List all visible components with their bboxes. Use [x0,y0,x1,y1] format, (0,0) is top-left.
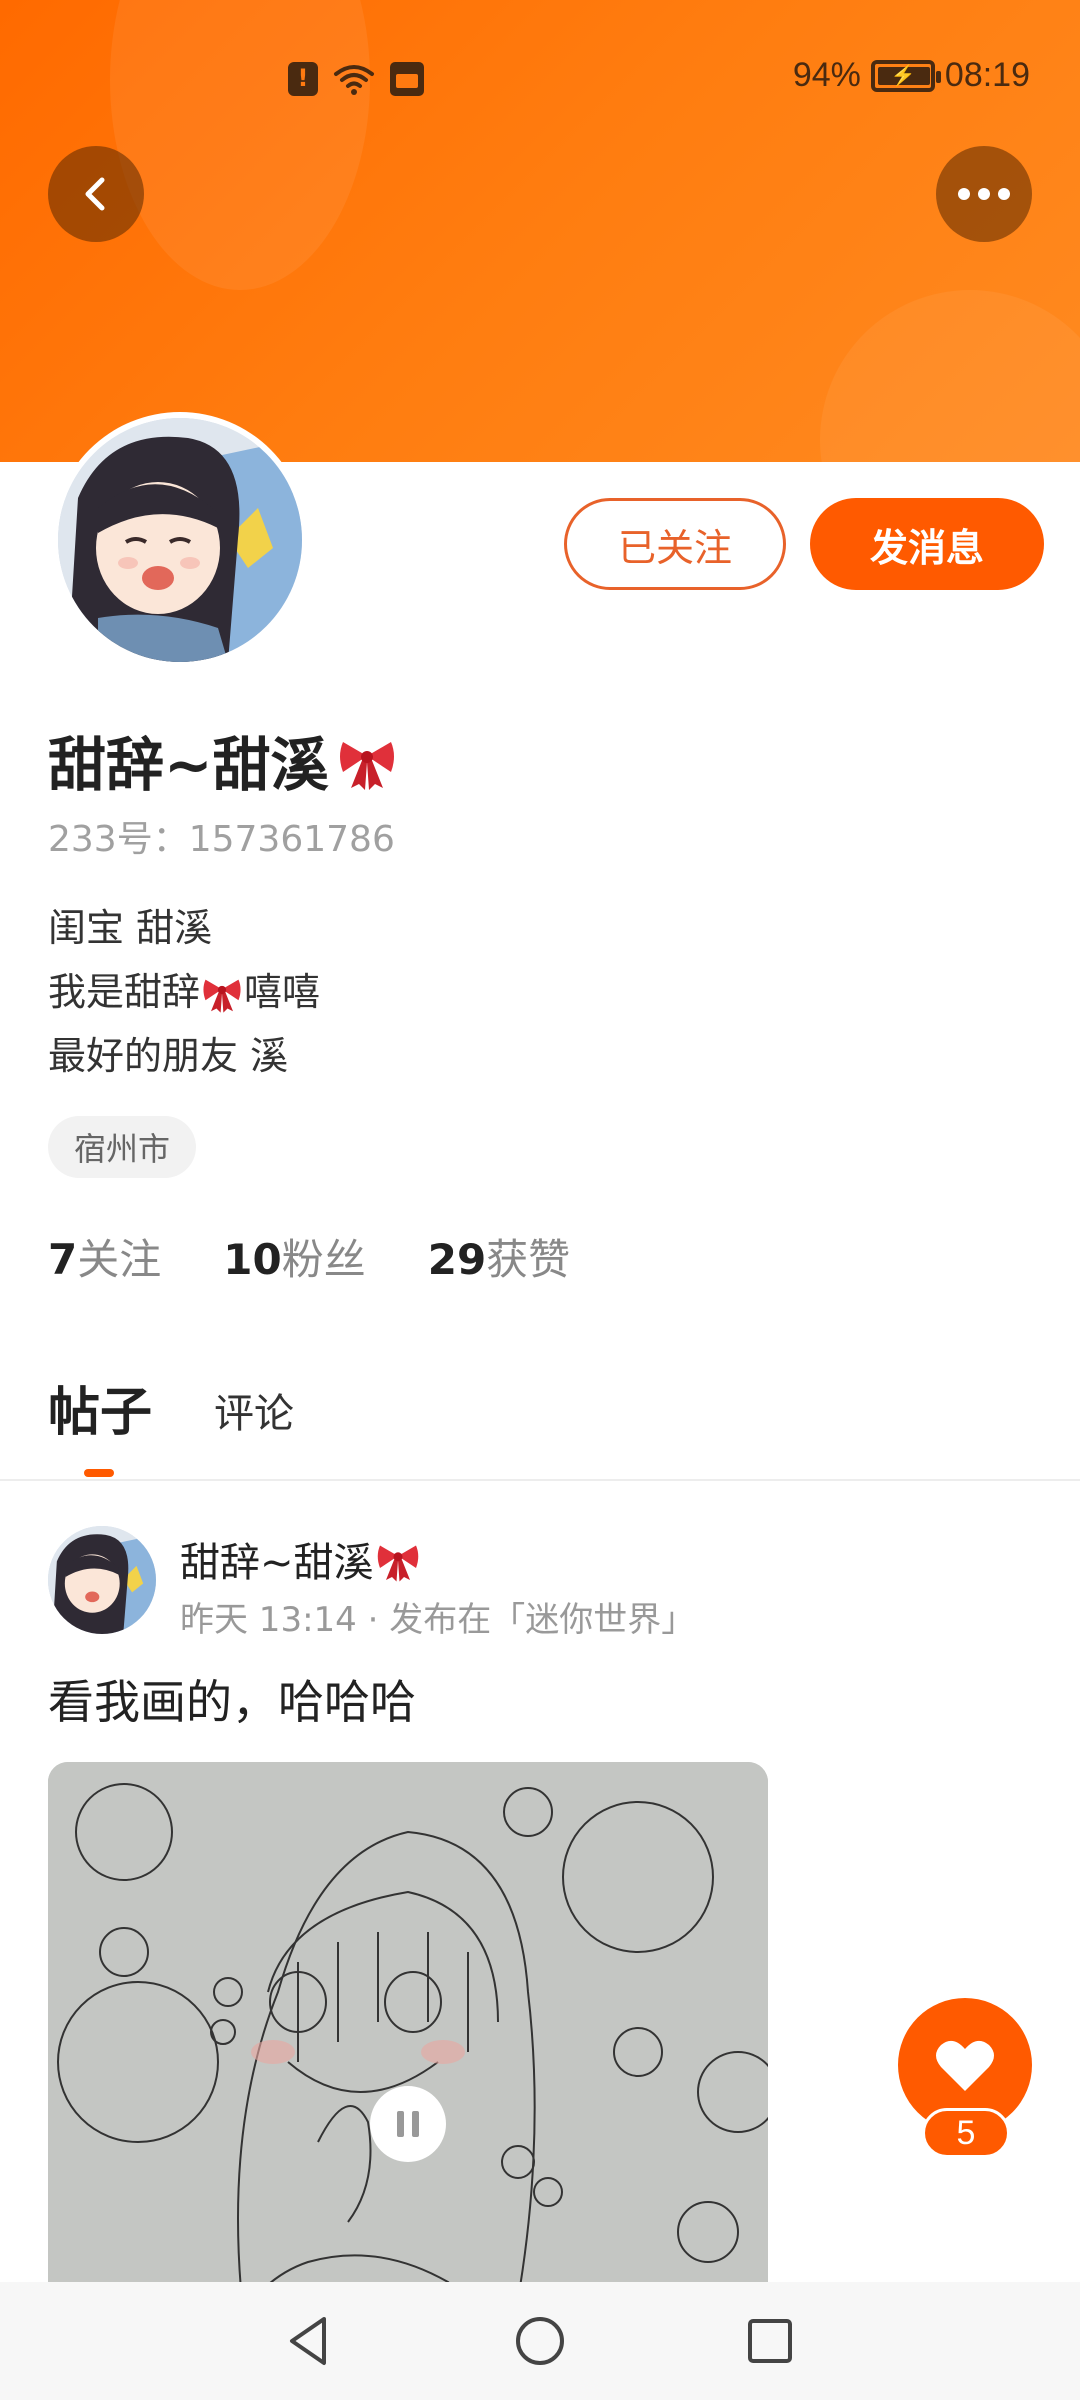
alert-icon [288,62,318,96]
ribbon-bow-icon [339,742,394,790]
message-button[interactable]: 发消息 [810,498,1044,590]
chevron-left-icon [85,177,105,211]
tab-comments[interactable]: 评论 [214,1381,294,1445]
more-horizontal-icon [958,188,1010,200]
user-id: 233号：157361786 [48,819,395,860]
profile-avatar[interactable] [52,412,308,668]
system-nav-bar [0,2282,1080,2400]
stat-followers[interactable]: 10粉丝 [223,1226,365,1287]
profile-name: 甜辞~甜溪 [48,718,399,802]
status-time: 08:19 [944,56,1030,94]
post-text[interactable]: 看我画的，哈哈哈 [48,1666,416,1732]
back-button[interactable] [48,146,144,242]
bio-line: 我是甜辞 嘻嘻 [48,970,321,1014]
location-tag[interactable]: 宿州市 [48,1116,197,1178]
more-button[interactable] [936,146,1032,242]
profile-stats: 7关注 10粉丝 29获赞 [48,1226,570,1287]
post-author-avatar[interactable] [48,1526,156,1634]
nav-recents-icon[interactable] [740,2311,800,2371]
battery-percent: 94% [792,56,861,94]
wifi-icon [332,62,376,96]
pause-button[interactable] [370,2086,446,2162]
tab-indicator [84,1469,114,1477]
post-image[interactable] [48,1762,768,2362]
profile-tabs: 帖子 评论 [48,1370,294,1445]
stat-likes[interactable]: 29获赞 [428,1226,570,1287]
battery-icon: ⚡ [870,59,941,92]
heart-icon [936,2040,994,2091]
post-author-name[interactable]: 甜辞~甜溪 [180,1530,422,1588]
bio-line: 闺宝 甜溪 [48,906,213,950]
stat-following[interactable]: 7关注 [48,1226,161,1287]
nav-back-icon[interactable] [280,2311,340,2371]
like-count: 5 [922,2108,1010,2158]
post-meta: 昨天 13:14 · 发布在「迷你世界」 [180,1600,696,1640]
ribbon-bow-icon [377,1545,418,1582]
ribbon-bow-icon [203,979,241,1013]
tab-posts[interactable]: 帖子 [48,1370,152,1445]
profile-bio: 闺宝 甜溪 我是甜辞 嘻嘻 最好的朋友 溪 [48,896,320,1088]
avatar-image [58,418,302,662]
profile-page: 94% ⚡ 08:19 [0,0,1080,2400]
bio-line: 最好的朋友 溪 [48,1034,289,1078]
profile-name-text: 甜辞~甜溪 [48,731,329,799]
divider [0,1479,1080,1481]
status-bar: 94% ⚡ 08:19 [0,0,1080,160]
followed-button[interactable]: 已关注 [564,498,786,590]
calendar-icon [390,62,424,96]
nav-home-icon[interactable] [510,2311,570,2371]
